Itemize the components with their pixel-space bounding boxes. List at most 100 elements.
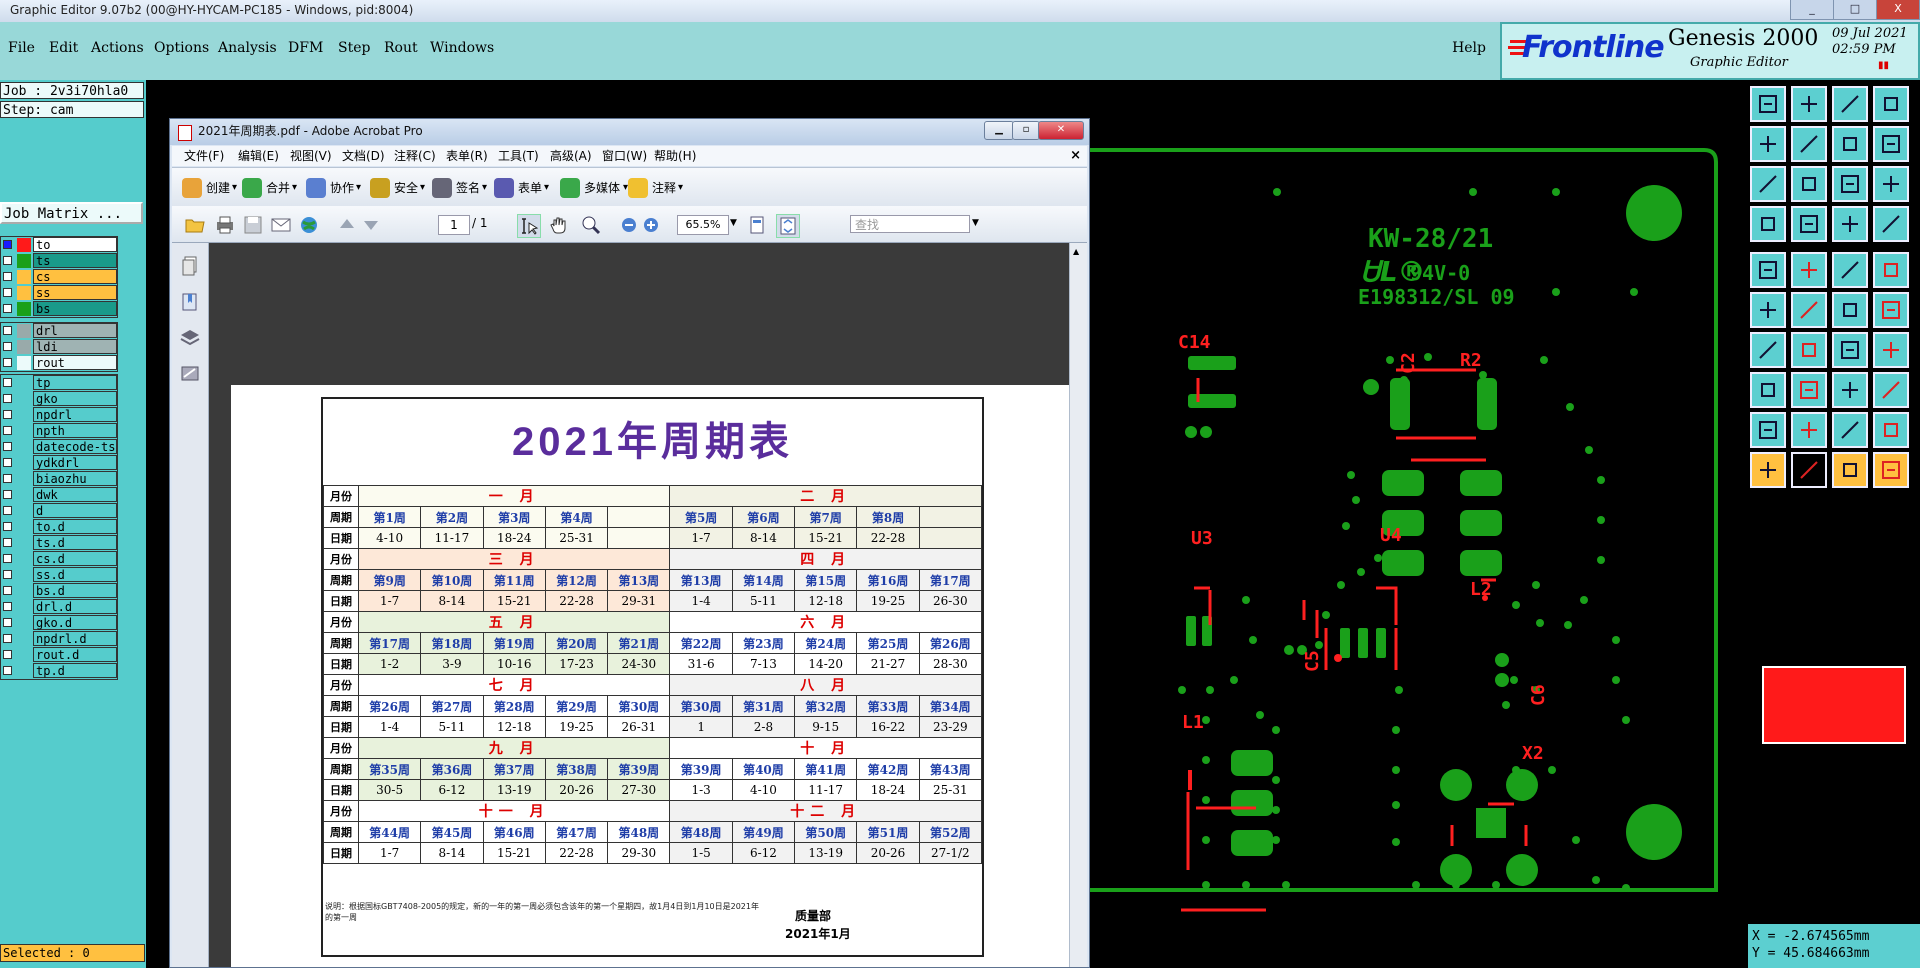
- layer-name[interactable]: ts.d: [33, 535, 117, 550]
- text-icon[interactable]: [1873, 332, 1909, 368]
- measure-icon[interactable]: [1750, 206, 1786, 242]
- help-icon[interactable]: [1873, 166, 1909, 202]
- triangle-b-icon[interactable]: [1832, 412, 1868, 448]
- layer-checkbox[interactable]: [3, 288, 12, 297]
- select-text-icon[interactable]: [517, 214, 541, 238]
- layer-row-ldi[interactable]: ldi: [1, 339, 117, 355]
- acrobat-menu-tools[interactable]: 工具(T): [498, 146, 539, 166]
- zoom-level-select[interactable]: 65.5%: [677, 215, 729, 235]
- layer-checkbox[interactable]: [3, 358, 12, 367]
- layer-color-swatch[interactable]: [17, 632, 31, 646]
- move-right-icon[interactable]: [1791, 126, 1827, 162]
- layer-color-swatch[interactable]: [17, 584, 31, 598]
- route-icon[interactable]: [1873, 292, 1909, 328]
- layer-checkbox[interactable]: [3, 378, 12, 387]
- layers-icon[interactable]: [1832, 206, 1868, 242]
- layer-checkbox[interactable]: [3, 602, 12, 611]
- menu-options[interactable]: Options: [154, 40, 209, 56]
- menu-help[interactable]: Help: [1452, 40, 1486, 56]
- layer-color-swatch[interactable]: [17, 616, 31, 630]
- layer-checkbox[interactable]: [3, 618, 12, 627]
- next-page-icon[interactable]: [360, 214, 382, 236]
- layer-checkbox[interactable]: [3, 586, 12, 595]
- layer-name[interactable]: tp: [33, 375, 117, 390]
- layer-checkbox[interactable]: [3, 666, 12, 675]
- layer-checkbox[interactable]: [3, 538, 12, 547]
- layer-row-bs.d[interactable]: bs.d: [1, 583, 117, 599]
- acrobat-menu-file[interactable]: 文件(F): [184, 146, 224, 166]
- layer-color-swatch[interactable]: [17, 340, 31, 354]
- layer-name[interactable]: ss.d: [33, 567, 117, 582]
- layer-name[interactable]: drl: [33, 323, 117, 338]
- layer-color-swatch[interactable]: [17, 600, 31, 614]
- layer-name[interactable]: cs.d: [33, 551, 117, 566]
- hand-tool-icon[interactable]: [548, 214, 570, 236]
- centroid-icon[interactable]: [1832, 372, 1868, 408]
- acrobat-menu-help[interactable]: 帮助(H): [654, 146, 696, 166]
- layer-row-cs.d[interactable]: cs.d: [1, 551, 117, 567]
- layer-row-rout.d[interactable]: rout.d: [1, 647, 117, 663]
- bookmarks-panel-icon[interactable]: [180, 291, 200, 313]
- layer-checkbox[interactable]: [3, 554, 12, 563]
- layer-row-to[interactable]: to: [1, 237, 117, 253]
- layer-color-swatch[interactable]: [17, 536, 31, 550]
- layer-color-swatch[interactable]: [17, 456, 31, 470]
- layer-checkbox[interactable]: [3, 304, 12, 313]
- signatures-panel-icon[interactable]: [180, 363, 200, 385]
- layer-row-bs[interactable]: bs: [1, 301, 117, 317]
- layer-checkbox[interactable]: [3, 342, 12, 351]
- home-icon[interactable]: [1832, 86, 1868, 122]
- layer-name[interactable]: npdrl: [33, 407, 117, 422]
- dropdown-arrow-icon[interactable]: ▾: [356, 178, 361, 198]
- rotate-icon[interactable]: [1791, 252, 1827, 288]
- minimize-button[interactable]: _: [1790, 0, 1834, 20]
- layer-color-swatch[interactable]: [17, 568, 31, 582]
- layer-checkbox[interactable]: [3, 272, 12, 281]
- dropdown-arrow-icon[interactable]: ▾: [544, 178, 549, 198]
- layer-name[interactable]: gko: [33, 391, 117, 406]
- document-view[interactable]: 2021年周期表 月份一 月二 月周期 第1周 第2周 第3周 第4周 第5周 第6周 第7周…: [209, 243, 1069, 967]
- layer-row-ts.d[interactable]: ts.d: [1, 535, 117, 551]
- layer-name[interactable]: cs: [33, 269, 117, 284]
- acrobat-menu-advanced[interactable]: 高级(A): [550, 146, 592, 166]
- ruler-icon[interactable]: [1832, 252, 1868, 288]
- job-matrix-button[interactable]: Job Matrix ...: [0, 202, 143, 224]
- triangle-c-icon[interactable]: [1873, 412, 1909, 448]
- acrobat-menu-view[interactable]: 视图(V): [290, 146, 332, 166]
- layers-alt-icon[interactable]: [1873, 206, 1909, 242]
- layer-name[interactable]: drl.d: [33, 599, 117, 614]
- vertical-scrollbar[interactable]: ▲: [1069, 243, 1087, 967]
- layer-checkbox[interactable]: [3, 506, 12, 515]
- layer-checkbox[interactable]: [3, 474, 12, 483]
- move-shape-icon[interactable]: [1750, 372, 1786, 408]
- layer-name[interactable]: to: [33, 237, 117, 252]
- layer-row-ss.d[interactable]: ss.d: [1, 567, 117, 583]
- acrobat-menu-document[interactable]: 文档(D): [342, 146, 385, 166]
- layer-name[interactable]: ydkdrl: [33, 455, 117, 470]
- layer-color-swatch[interactable]: [17, 356, 31, 370]
- layer-checkbox[interactable]: [3, 240, 12, 249]
- layer-checkbox[interactable]: [3, 256, 12, 265]
- dropdown-arrow-icon[interactable]: ▾: [482, 178, 487, 198]
- find-dropdown-icon[interactable]: ▼: [972, 218, 979, 228]
- layer-color-swatch[interactable]: [17, 286, 31, 300]
- snap-icon[interactable]: [1873, 126, 1909, 162]
- menu-dfm[interactable]: DFM: [288, 40, 323, 56]
- acrobat-maximize-button[interactable]: ▫: [1012, 121, 1040, 140]
- zoom-center-icon[interactable]: [1791, 166, 1827, 202]
- line-icon[interactable]: [1791, 332, 1827, 368]
- layer-color-swatch[interactable]: [17, 270, 31, 284]
- acrobat-menu-edit[interactable]: 编辑(E): [238, 146, 279, 166]
- group-icon[interactable]: [1873, 372, 1909, 408]
- layer-name[interactable]: dwk: [33, 487, 117, 502]
- layer-name[interactable]: rout: [33, 355, 117, 370]
- layer-row-datecode-ts[interactable]: datecode-ts: [1, 439, 117, 455]
- page-number-input[interactable]: 1: [438, 215, 470, 235]
- layer-name[interactable]: npdrl.d: [33, 631, 117, 646]
- menu-actions[interactable]: Actions: [91, 40, 144, 56]
- layer-checkbox[interactable]: [3, 426, 12, 435]
- layer-color-swatch[interactable]: [17, 424, 31, 438]
- layer-row-tp[interactable]: tp: [1, 375, 117, 391]
- pointer-icon[interactable]: [1750, 452, 1786, 488]
- layer-color-swatch[interactable]: [17, 488, 31, 502]
